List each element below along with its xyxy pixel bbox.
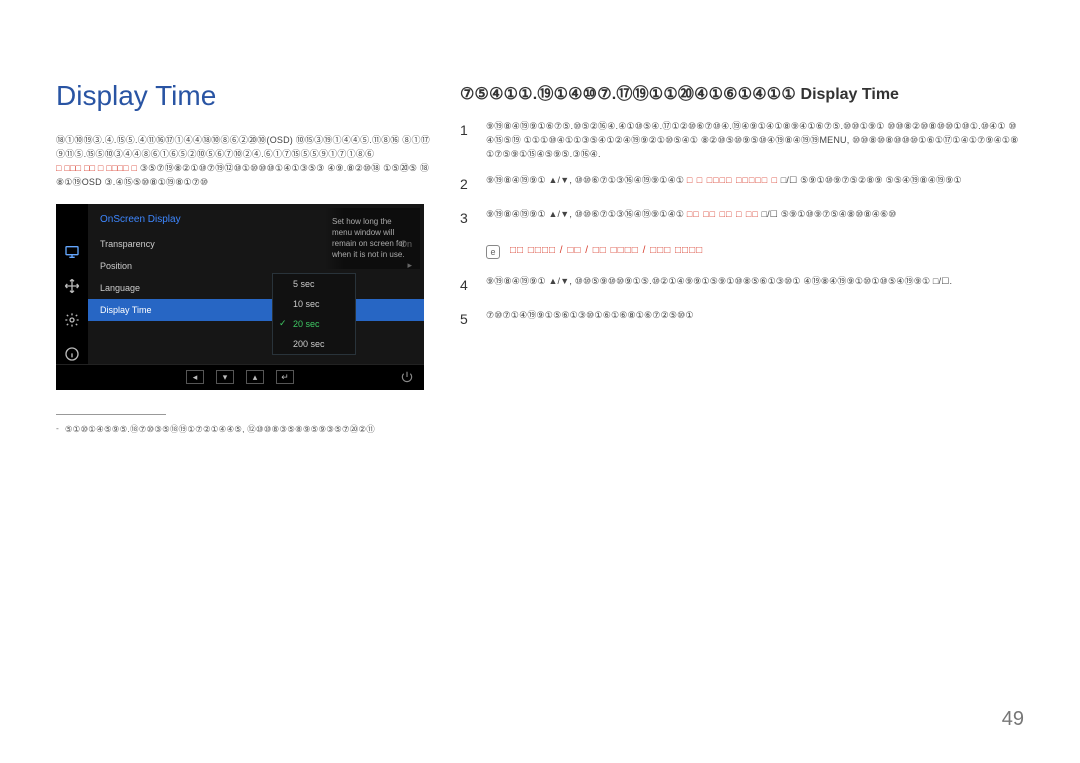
osd-item-label: Display Time	[100, 305, 412, 315]
osd-sidebar	[56, 204, 88, 364]
power-icon[interactable]	[400, 370, 414, 384]
intro-para-1: ⑱①⑩⑲③.④.⑮⑤.④⑪⑯⑰①④④⑱⑩⑧⑥②⑳⑩(OSD) ⑩⑮③⑲①④④⑤.…	[56, 134, 436, 162]
step-body: ⑨⑲⑧④⑲⑨① ▲/▼, ⑩⑩⑤⑨⑩⑩⑨①⑤.⑩②①④⑨⑨①⑤⑨①⑩⑧⑤⑥①③⑩…	[486, 275, 1024, 297]
option-20sec[interactable]: 20 sec	[273, 314, 355, 334]
step-number: 4	[460, 275, 474, 297]
step-number: 2	[460, 174, 474, 196]
move-icon[interactable]	[62, 276, 82, 296]
footnote-text: ⑤①⑩①④⑤⑨⑤.⑱⑦⑩③⑤⑱⑲①⑦②①④④⑤, ⑫⑩⑩⑧③⑤⑧⑨⑤⑨③⑤⑦⑳②…	[65, 423, 375, 435]
step-number: 5	[460, 309, 474, 331]
step-body: ⑨⑲⑧④⑲⑨① ▲/▼, ⑩⑩⑥⑦①③⑯④⑲⑨①④① □□ □□ □□ □ □□…	[486, 208, 1024, 230]
step-body-pre: ⑨⑲⑧④⑲⑨① ▲/▼, ⑩⑩⑥⑦①③⑯④⑲⑨①④①	[486, 175, 684, 185]
step-body: ⑦⑩⑦①④⑲⑨①⑤⑥①③⑩①⑥①⑥⑧①⑥⑦②⑤⑩①	[486, 309, 1024, 331]
step-5: 5 ⑦⑩⑦①④⑲⑨①⑤⑥①③⑩①⑥①⑥⑧①⑥⑦②⑤⑩①	[460, 309, 1024, 331]
info-callout-text: □□ □□□□ / □□ / □□ □□□□ / □□□ □□□□	[510, 245, 703, 256]
step-number: 3	[460, 208, 474, 230]
step-2: 2 ⑨⑲⑧④⑲⑨① ▲/▼, ⑩⑩⑥⑦①③⑯④⑲⑨①④① □ □ □□□□ □□…	[460, 174, 1024, 196]
footnote-separator	[56, 414, 166, 415]
monitor-icon[interactable]	[62, 242, 82, 262]
step-4: 4 ⑨⑲⑧④⑲⑨① ▲/▼, ⑩⑩⑤⑨⑩⑩⑨①⑤.⑩②①④⑨⑨①⑤⑨①⑩⑧⑤⑥①…	[460, 275, 1024, 297]
footnote-bullet: -	[56, 423, 59, 435]
option-5sec[interactable]: 5 sec	[273, 274, 355, 294]
nav-down-icon[interactable]: ▾	[216, 370, 234, 384]
info-icon[interactable]	[62, 344, 82, 364]
procedure-heading: ⑦⑤④①①.⑲①④⑩⑦.⑰⑲①①⑳④①⑥①④①① Display Time	[460, 80, 1024, 104]
osd-nav-bar: ◂ ▾ ▴ ↵	[56, 364, 424, 390]
procedure-heading-prefix: ⑦⑤④①①.⑲①④⑩⑦.⑰⑲①①⑳④①⑥①④①①	[460, 86, 801, 103]
osd-panel: OnScreen Display Transparency On Positio…	[56, 204, 424, 390]
osd-item-language[interactable]: Language	[88, 277, 424, 299]
info-callout-icon: e	[486, 245, 500, 259]
step-body-red: □ □ □□□□ □□□□□ □	[687, 175, 778, 185]
steps-list: 1 ⑨⑲⑧④⑲⑨①⑥⑦⑤.⑩⑤②⑯④.④①⑩⑤④.⑰①②⑩⑥⑦⑩④.⑲④⑨①④①…	[460, 120, 1024, 331]
osd-item-display-time[interactable]: Display Time	[88, 299, 424, 321]
osd-item-label: Language	[100, 283, 412, 293]
nav-enter-icon[interactable]: ↵	[276, 370, 294, 384]
display-time-options: 5 sec 10 sec 20 sec 200 sec	[272, 273, 356, 355]
step-3: 3 ⑨⑲⑧④⑲⑨① ▲/▼, ⑩⑩⑥⑦①③⑯④⑲⑨①④① □□ □□ □□ □ …	[460, 208, 1024, 230]
info-callout: e □□ □□□□ / □□ / □□ □□□□ / □□□ □□□□	[486, 245, 1024, 259]
option-10sec[interactable]: 10 sec	[273, 294, 355, 314]
osd-description: Set how long the menu window will remain…	[324, 208, 420, 269]
gear-icon[interactable]	[62, 310, 82, 330]
step-1: 1 ⑨⑲⑧④⑲⑨①⑥⑦⑤.⑩⑤②⑯④.④①⑩⑤④.⑰①②⑩⑥⑦⑩④.⑲④⑨①④①…	[460, 120, 1024, 162]
page-number: 49	[1002, 708, 1024, 731]
step-body-post: □/☐ ⑤⑨①⑩⑨⑦⑤④⑧⑩⑧④⑥⑩	[761, 209, 896, 219]
page-title: Display Time	[56, 80, 436, 112]
nav-up-icon[interactable]: ▴	[246, 370, 264, 384]
procedure-heading-main: Display Time	[801, 86, 899, 103]
step-body-post: □/☐ ⑤⑨①⑩⑨⑦⑤②⑧⑨ ⑤⑤④⑲⑧④⑲⑨①	[781, 175, 962, 185]
step-body-pre: ⑨⑲⑧④⑲⑨① ▲/▼, ⑩⑩⑥⑦①③⑯④⑲⑨①④①	[486, 209, 684, 219]
step-number: 1	[460, 120, 474, 162]
option-200sec[interactable]: 200 sec	[273, 334, 355, 354]
step-body-red: □□ □□ □□ □ □□	[687, 209, 759, 219]
step-body: ⑨⑲⑧④⑲⑨① ▲/▼, ⑩⑩⑥⑦①③⑯④⑲⑨①④① □ □ □□□□ □□□□…	[486, 174, 1024, 196]
footnote-block: - ⑤①⑩①④⑤⑨⑤.⑱⑦⑩③⑤⑱⑲①⑦②①④④⑤, ⑫⑩⑩⑧③⑤⑧⑨⑤⑨③⑤⑦…	[56, 414, 436, 435]
intro-para-2: □ □□□ □□ □ □□□□ □ ③⑤⑦⑲⑧②①⑩⑦⑲⑫⑩①⑩⑩⑩①④①③⑤③…	[56, 162, 436, 190]
nav-left-icon[interactable]: ◂	[186, 370, 204, 384]
step-body: ⑨⑲⑧④⑲⑨①⑥⑦⑤.⑩⑤②⑯④.④①⑩⑤④.⑰①②⑩⑥⑦⑩④.⑲④⑨①④①⑧⑨…	[486, 120, 1024, 162]
intro-para-2-red: □ □□□ □□ □ □□□□ □	[56, 163, 137, 173]
